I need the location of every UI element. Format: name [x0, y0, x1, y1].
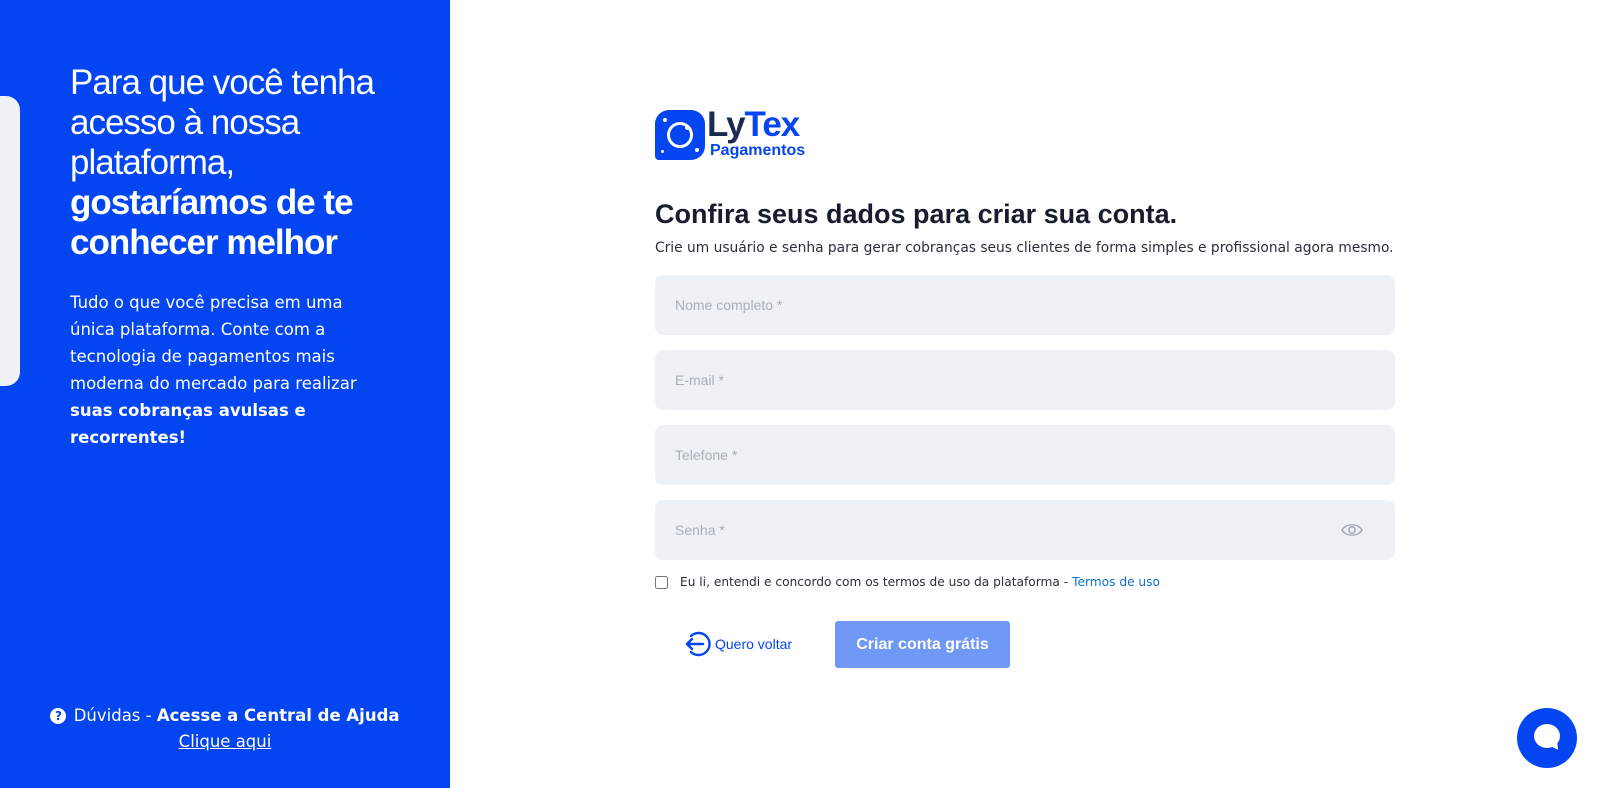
hero-title: Para que você tenha acesso à nossa plata…: [70, 63, 410, 263]
form-subtitle: Crie um usuário e senha para gerar cobra…: [655, 240, 1394, 256]
left-panel: Para que você tenha acesso à nossa plata…: [0, 0, 450, 788]
email-input[interactable]: [655, 350, 1395, 410]
create-account-button[interactable]: Criar conta grátis: [835, 621, 1010, 668]
logo-name: LyTex: [707, 105, 801, 145]
phone-input[interactable]: [655, 425, 1395, 485]
hero-title-bold: gostaríamos de te conhecer melhor: [70, 183, 354, 262]
help-center-label: Acesse a Central de Ajuda: [156, 706, 400, 725]
back-button-label: Quero voltar: [715, 636, 793, 652]
terms-link[interactable]: Termos de uso: [1072, 575, 1160, 589]
back-arrow-icon: [685, 631, 711, 657]
password-field: [655, 500, 1395, 560]
password-input[interactable]: [655, 500, 1395, 560]
phone-field: [655, 425, 1395, 485]
hero-title-regular: Para que você tenha acesso à nossa plata…: [70, 63, 375, 182]
name-input[interactable]: [655, 275, 1395, 335]
hero-description: Tudo o que você precisa em uma única pla…: [70, 289, 370, 451]
chat-button[interactable]: [1517, 708, 1577, 768]
help-prefix: Dúvidas -: [73, 706, 152, 725]
help-section: ? Dúvidas - Acesse a Central de Ajuda Cl…: [0, 703, 450, 755]
back-button[interactable]: Quero voltar: [683, 630, 792, 658]
left-side-tab[interactable]: [0, 96, 20, 386]
hero-description-regular: Tudo o que você precisa em uma única pla…: [70, 293, 357, 393]
lytex-logo: LyTex Pagamentos: [655, 105, 815, 163]
email-field: [655, 350, 1395, 410]
terms-text: Eu li, entendi e concordo com os termos …: [680, 575, 1069, 589]
terms-checkbox[interactable]: [655, 575, 668, 589]
logo-mark-icon: [655, 110, 705, 160]
logo-name-dark: Ly: [707, 105, 746, 144]
hero-description-bold: suas cobranças avulsas e recorrentes!: [70, 401, 306, 447]
logo-subtitle: Pagamentos: [710, 142, 806, 159]
question-circle-icon: ?: [50, 708, 67, 724]
help-link[interactable]: Clique aqui: [179, 732, 272, 751]
logo-name-accent: Tex: [744, 105, 801, 144]
form-title: Confira seus dados para criar sua conta.: [655, 199, 1178, 229]
terms-row: Eu li, entendi e concordo com os termos …: [655, 575, 1160, 589]
name-field: [655, 275, 1395, 335]
eye-icon[interactable]: [1341, 522, 1363, 538]
